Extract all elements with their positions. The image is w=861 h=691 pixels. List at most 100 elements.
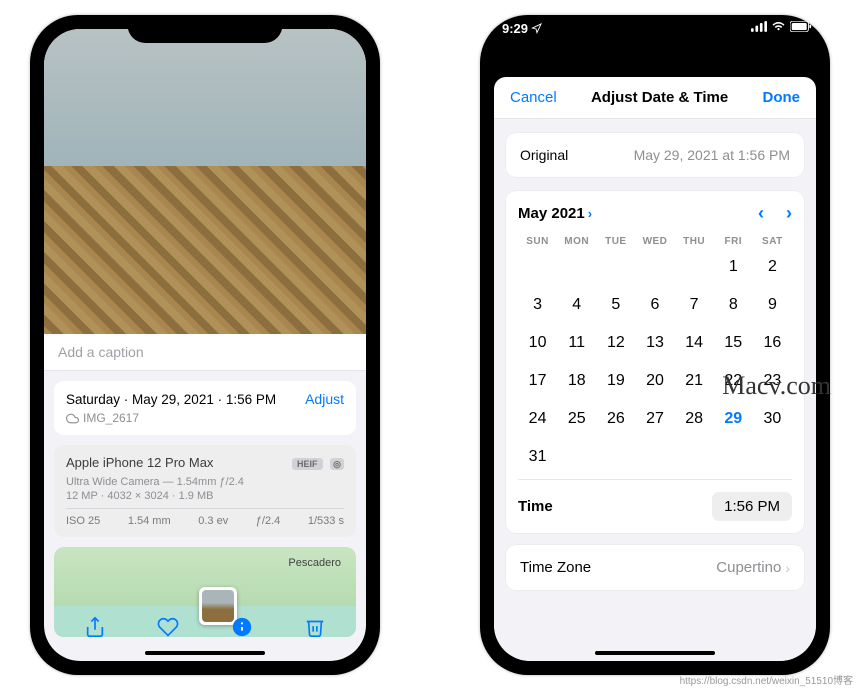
calendar-empty [596,443,635,471]
exposure-specs: ISO 25 1.54 mm 0.3 ev ƒ/2.4 1/533 s [66,508,344,527]
calendar-day[interactable]: 24 [518,405,557,433]
notch [128,15,283,43]
calendar-day[interactable]: 25 [557,405,596,433]
done-button[interactable]: Done [762,89,800,106]
calendar-card: May 2021› ‹ › SUNMONTUEWEDTHUFRISAT 12 34… [506,191,804,533]
weekday-cell: TUE [596,236,635,247]
raw-badge-icon: ◎ [330,458,344,470]
calendar-empty [675,443,714,471]
time-label: Time [518,498,553,515]
calendar-empty [714,443,753,471]
calendar-day[interactable]: 11 [557,329,596,357]
calendar-day[interactable]: 14 [675,329,714,357]
timezone-value: Cupertino [716,559,781,576]
weekday-cell: WED [635,236,674,247]
weekday-cell: FRI [714,236,753,247]
calendar-day[interactable]: 29 [714,405,753,433]
device-card: Apple iPhone 12 Pro Max HEIF ◎ Ultra Wid… [54,445,356,537]
status-icons [751,21,812,32]
map-place-label: Pescadero [288,557,341,569]
calendar-empty [753,443,792,471]
modal-sheet: Cancel Adjust Date & Time Done Original … [494,77,816,661]
prev-month-button[interactable]: ‹ [758,203,764,224]
modal-header: Cancel Adjust Date & Time Done [494,77,816,119]
calendar-day[interactable]: 27 [635,405,674,433]
calendar-day[interactable]: 1 [714,253,753,281]
calendar-day[interactable]: 6 [635,291,674,319]
calendar-empty [596,253,635,281]
calendar-day[interactable]: 21 [675,367,714,395]
calendar-day[interactable]: 7 [675,291,714,319]
filename-text: IMG_2617 [83,411,139,425]
calendar-day[interactable]: 16 [753,329,792,357]
trash-icon[interactable] [303,615,327,639]
calendar-day[interactable]: 26 [596,405,635,433]
device-name: Apple iPhone 12 Pro Max [66,455,213,470]
screen-photo-info: Add a caption Saturday · May 29, 2021 · … [44,29,366,661]
aperture-spec: ƒ/2.4 [256,515,280,527]
calendar-day[interactable]: 2 [753,253,792,281]
photo-preview[interactable] [44,29,366,334]
month-picker[interactable]: May 2021› [518,205,592,222]
calendar-empty [635,443,674,471]
calendar-empty [675,253,714,281]
caption-input[interactable]: Add a caption [44,334,366,371]
calendar-day[interactable]: 31 [518,443,557,471]
chevron-right-icon: › [588,206,592,221]
lens-spec: Ultra Wide Camera — 1.54mm ƒ/2.4 [66,476,344,488]
home-indicator[interactable] [145,651,265,655]
resolution-spec: 12 MP · 4032 × 3024 · 1.9 MB [66,490,344,502]
timezone-row[interactable]: Time Zone Cupertino › [506,545,804,590]
calendar-day[interactable]: 17 [518,367,557,395]
info-icon[interactable] [230,615,254,639]
share-icon[interactable] [83,615,107,639]
shutter-spec: 1/533 s [308,515,344,527]
original-value: May 29, 2021 at 1:56 PM [634,147,790,163]
original-date-row: Original May 29, 2021 at 1:56 PM [506,133,804,177]
phone-right: 9:29 Cancel Adjust Date & Time Done Orig… [480,15,830,675]
calendar-day[interactable]: 3 [518,291,557,319]
home-indicator[interactable] [595,651,715,655]
calendar-day[interactable]: 30 [753,405,792,433]
calendar-grid: 1234567891011121314151617181920212223242… [518,253,792,471]
cloud-icon [66,412,79,425]
calendar-day[interactable]: 28 [675,405,714,433]
phone-left: Add a caption Saturday · May 29, 2021 · … [30,15,380,675]
next-month-button[interactable]: › [786,203,792,224]
calendar-day[interactable]: 8 [714,291,753,319]
calendar-day[interactable]: 13 [635,329,674,357]
calendar-day[interactable]: 15 [714,329,753,357]
notch [578,15,733,43]
calendar-header: May 2021› ‹ › [518,203,792,224]
wifi-icon [771,21,786,32]
original-label: Original [520,147,568,163]
calendar-day[interactable]: 19 [596,367,635,395]
weekday-cell: THU [675,236,714,247]
weekday-header: SUNMONTUEWEDTHUFRISAT [518,236,792,247]
status-time: 9:29 [502,21,542,36]
watermark: Macv.com [722,371,831,401]
calendar-day[interactable]: 5 [596,291,635,319]
calendar-day[interactable]: 12 [596,329,635,357]
location-arrow-icon [531,23,542,34]
calendar-day[interactable]: 4 [557,291,596,319]
date-label: Saturday · May 29, 2021 · 1:56 PM [66,392,276,407]
calendar-day[interactable]: 18 [557,367,596,395]
timezone-label: Time Zone [520,559,591,576]
bottom-toolbar [44,607,366,647]
time-picker[interactable]: 1:56 PM [712,492,792,521]
adjust-button[interactable]: Adjust [305,391,344,407]
signal-icon [751,21,767,32]
format-badge: HEIF [292,458,323,470]
calendar-day[interactable]: 9 [753,291,792,319]
cancel-button[interactable]: Cancel [510,89,557,106]
battery-icon [790,21,812,32]
calendar-empty [557,253,596,281]
calendar-day[interactable]: 10 [518,329,557,357]
calendar-empty [518,253,557,281]
metadata-card: Saturday · May 29, 2021 · 1:56 PM Adjust… [54,381,356,435]
weekday-cell: SUN [518,236,557,247]
favorite-icon[interactable] [156,615,180,639]
calendar-day[interactable]: 20 [635,367,674,395]
ev-spec: 0.3 ev [198,515,228,527]
